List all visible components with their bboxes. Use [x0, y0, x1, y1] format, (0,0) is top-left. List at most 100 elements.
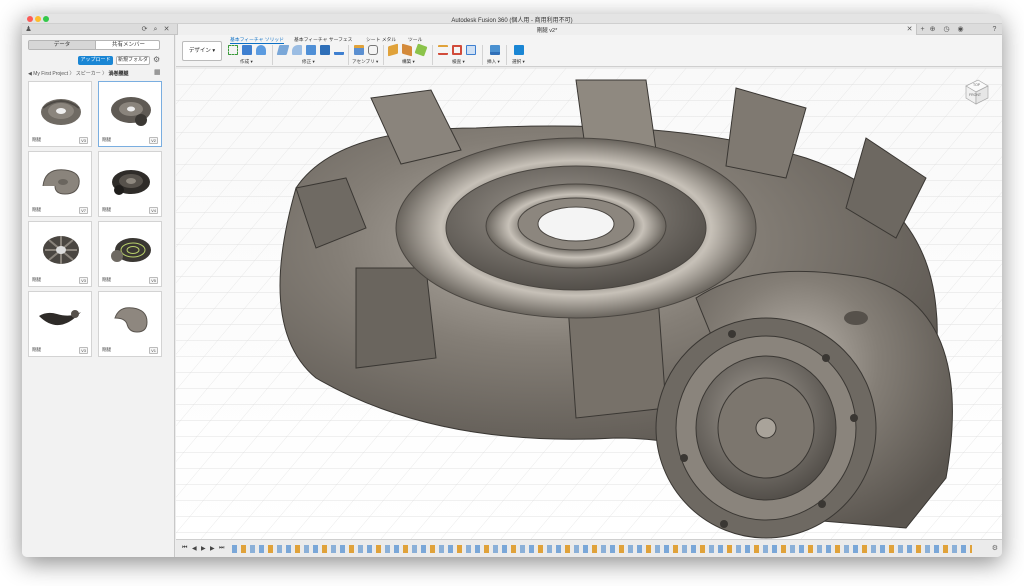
breadcrumb-project[interactable]: My First Project	[33, 71, 68, 77]
thumbnail-name: 剛腿	[102, 137, 111, 142]
model-thumbnail-icon	[111, 97, 151, 126]
toolbar-separator	[272, 45, 273, 65]
gear-icon[interactable]: ⚙	[153, 55, 160, 64]
app-window: Autodesk Fusion 360 (個人用 - 商用利用不可) ♟ ⟳ ⌕…	[22, 14, 1002, 557]
thumbnail-item[interactable]: 剛腿 V3	[28, 291, 92, 357]
step-back-icon[interactable]: ◀	[192, 545, 197, 552]
revolve-icon[interactable]	[256, 45, 266, 55]
tab-solid[interactable]: 基本フィーチャ ソリッド	[230, 36, 284, 44]
interference-icon[interactable]	[452, 45, 462, 55]
toolbar-separator	[383, 45, 384, 65]
model-canvas[interactable]	[176, 68, 1002, 539]
chamfer-icon[interactable]	[306, 45, 316, 55]
viewcube-top-label: TOP	[973, 83, 981, 87]
user-icon[interactable]: ♟	[24, 25, 33, 34]
ribbon-toolbar: デザイン ▾ 基本フィーチャ ソリッド 基本フィーチャ サーフェス シート メタ…	[176, 35, 1002, 67]
go-to-end-icon[interactable]: ⏭	[219, 545, 224, 552]
create-sketch-icon[interactable]	[228, 45, 238, 55]
thumbnail-version[interactable]: V3	[79, 347, 88, 354]
data-panel-segment: データ 共有メンバー	[28, 40, 160, 50]
viewcube-front-label: FRONT	[969, 93, 982, 97]
thumbnail-version[interactable]: V5	[149, 277, 158, 284]
thumbnail-item[interactable]: 剛腿 V1	[98, 291, 162, 357]
thumbnail-item[interactable]: 剛腿 V7	[28, 151, 92, 217]
thumbnail-version[interactable]: V3	[79, 137, 88, 144]
press-pull-icon[interactable]	[276, 45, 290, 55]
thumbnail-version[interactable]: V4	[149, 207, 158, 214]
data-panel: データ 共有メンバー アップロード 新規フォルダ ⚙ ◀ My First Pr…	[22, 35, 175, 557]
measure-icon[interactable]	[438, 45, 448, 55]
extensions-icon[interactable]: ⊕	[928, 25, 937, 34]
thumbnail-item[interactable]: 剛腿 V2	[98, 81, 162, 147]
group-insert[interactable]: 挿入 ▾	[487, 59, 500, 65]
group-inspect[interactable]: 検査 ▾	[452, 59, 465, 65]
align-icon[interactable]	[334, 45, 344, 55]
search-icon[interactable]: ⌕	[151, 25, 160, 34]
breadcrumb-folder[interactable]: スピーカー	[76, 71, 101, 77]
thumbnail-item[interactable]: 剛腿 V5	[98, 221, 162, 287]
timeline-features[interactable]	[232, 545, 972, 553]
axis-icon[interactable]	[414, 43, 428, 57]
thumbnail-version[interactable]: V3	[79, 277, 88, 284]
model-thumbnail-icon	[111, 238, 151, 262]
group-assemble[interactable]: アセンブリ ▾	[352, 59, 378, 65]
select-icon[interactable]	[514, 45, 524, 55]
offset-plane-icon[interactable]	[388, 43, 398, 57]
thumbnail-version[interactable]: V7	[79, 207, 88, 214]
close-panel-icon[interactable]: ✕	[162, 25, 171, 34]
thumbnail-version[interactable]: V2	[149, 137, 158, 144]
go-to-start-icon[interactable]: ⏮	[182, 545, 187, 552]
joint-icon[interactable]	[368, 45, 378, 55]
jobs-icon[interactable]: ◷	[942, 25, 951, 34]
thumbnail-item[interactable]: 剛腿 V4	[98, 151, 162, 217]
segment-members[interactable]: 共有メンバー	[95, 41, 161, 49]
upload-button[interactable]: アップロード	[78, 56, 113, 65]
group-modify[interactable]: 修正 ▾	[302, 59, 315, 65]
new-tab-icon[interactable]: +	[918, 25, 927, 34]
window-title: Autodesk Fusion 360 (個人用 - 商用利用不可)	[451, 18, 573, 24]
thumbnail-item[interactable]: 剛腿 V3	[28, 81, 92, 147]
new-folder-button[interactable]: 新規フォルダ	[116, 56, 150, 65]
extrude-icon[interactable]	[242, 45, 252, 55]
breadcrumb: ◀ My First Project 〉 スピーカー 〉 渦巻腰腿	[28, 71, 129, 77]
document-tab[interactable]: 剛腿 v2* ✕	[177, 24, 917, 35]
tab-sheet-metal[interactable]: シート メタル	[366, 36, 396, 43]
document-tab-label: 剛腿 v2*	[536, 28, 558, 34]
workspace-switcher[interactable]: デザイン ▾	[182, 41, 222, 61]
model-thumbnail-icon	[114, 307, 148, 333]
new-component-icon[interactable]	[354, 45, 364, 55]
thumbnail-version[interactable]: V1	[149, 347, 158, 354]
step-forward-icon[interactable]: ▶	[210, 545, 215, 552]
viewcube-widget[interactable]: FRONT TOP	[960, 76, 992, 108]
group-create[interactable]: 作成 ▾	[240, 59, 253, 65]
fillet-icon[interactable]	[292, 45, 302, 55]
tab-bar: ♟ ⟳ ⌕ ✕ ☰ ▤ ▣ ↶ ↷ 剛腿 v2* ✕ + ⊕ ◷ ◉ ?	[22, 24, 1002, 35]
toolbar-separator	[432, 45, 433, 65]
canvas-viewport[interactable]: FRONT TOP	[176, 68, 1002, 539]
shell-icon[interactable]	[320, 45, 330, 55]
thumbnail-name: 剛腿	[32, 347, 41, 352]
refresh-icon[interactable]: ⟳	[140, 25, 149, 34]
play-icon[interactable]: ▶	[201, 545, 206, 552]
notifications-icon[interactable]: ◉	[956, 25, 965, 34]
model-thumbnail-icon	[112, 170, 150, 195]
group-select[interactable]: 選択 ▾	[512, 59, 525, 65]
thumbnail-name: 剛腿	[32, 137, 41, 142]
thumbnail-name: 剛腿	[32, 277, 41, 282]
help-icon[interactable]: ?	[990, 25, 999, 34]
thumbnail-item[interactable]: 剛腿 V3	[28, 221, 92, 287]
insert-image-icon[interactable]	[490, 45, 500, 55]
toolbar-separator	[506, 45, 507, 65]
model-thumbnail-icon	[43, 236, 79, 264]
tab-tools[interactable]: ツール	[408, 36, 422, 43]
section-analysis-icon[interactable]	[466, 45, 476, 55]
plane-at-angle-icon[interactable]	[402, 43, 412, 57]
view-grid-icon[interactable]: ▦	[154, 68, 161, 76]
toolbar-separator	[348, 45, 349, 65]
group-construct[interactable]: 構築 ▾	[402, 59, 415, 65]
close-tab-icon[interactable]: ✕	[905, 25, 914, 34]
timeline-settings-icon[interactable]: ⚙	[992, 544, 998, 552]
tab-surface[interactable]: 基本フィーチャ サーフェス	[294, 36, 352, 43]
thumbnail-name: 剛腿	[102, 207, 111, 212]
segment-data[interactable]: データ	[29, 41, 95, 49]
